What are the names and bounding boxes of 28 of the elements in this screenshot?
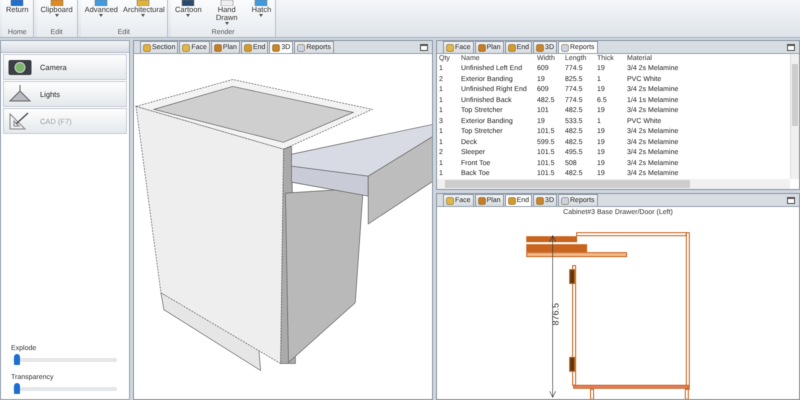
view-icon — [508, 44, 516, 52]
view-icon — [536, 44, 544, 52]
view-icon — [244, 44, 252, 52]
scrollbar-thumb[interactable] — [792, 64, 798, 126]
view-icon — [536, 196, 544, 204]
view-icon — [182, 44, 190, 52]
horizontal-scrollbar[interactable] — [437, 179, 790, 189]
view-icon — [214, 44, 222, 52]
lamp-icon — [8, 85, 32, 103]
view-icon — [143, 44, 151, 52]
maximize-button[interactable] — [787, 197, 795, 204]
view-icon — [478, 44, 486, 52]
camera-icon — [8, 58, 32, 76]
view-icon — [508, 196, 516, 204]
slider-thumb[interactable] — [14, 383, 20, 394]
maximize-button[interactable] — [420, 44, 428, 51]
scrollbar-thumb[interactable] — [445, 180, 690, 188]
report-icon — [297, 44, 306, 52]
maximize-button[interactable] — [787, 44, 795, 51]
view-icon — [478, 196, 486, 204]
dimension-label: 876.5 — [550, 303, 561, 326]
vertical-scrollbar[interactable] — [790, 54, 799, 179]
view-icon — [446, 44, 454, 52]
report-icon — [561, 44, 569, 52]
slider-thumb[interactable] — [14, 354, 20, 365]
view-icon — [446, 196, 454, 204]
view-icon — [272, 44, 280, 52]
report-icon — [561, 196, 569, 204]
